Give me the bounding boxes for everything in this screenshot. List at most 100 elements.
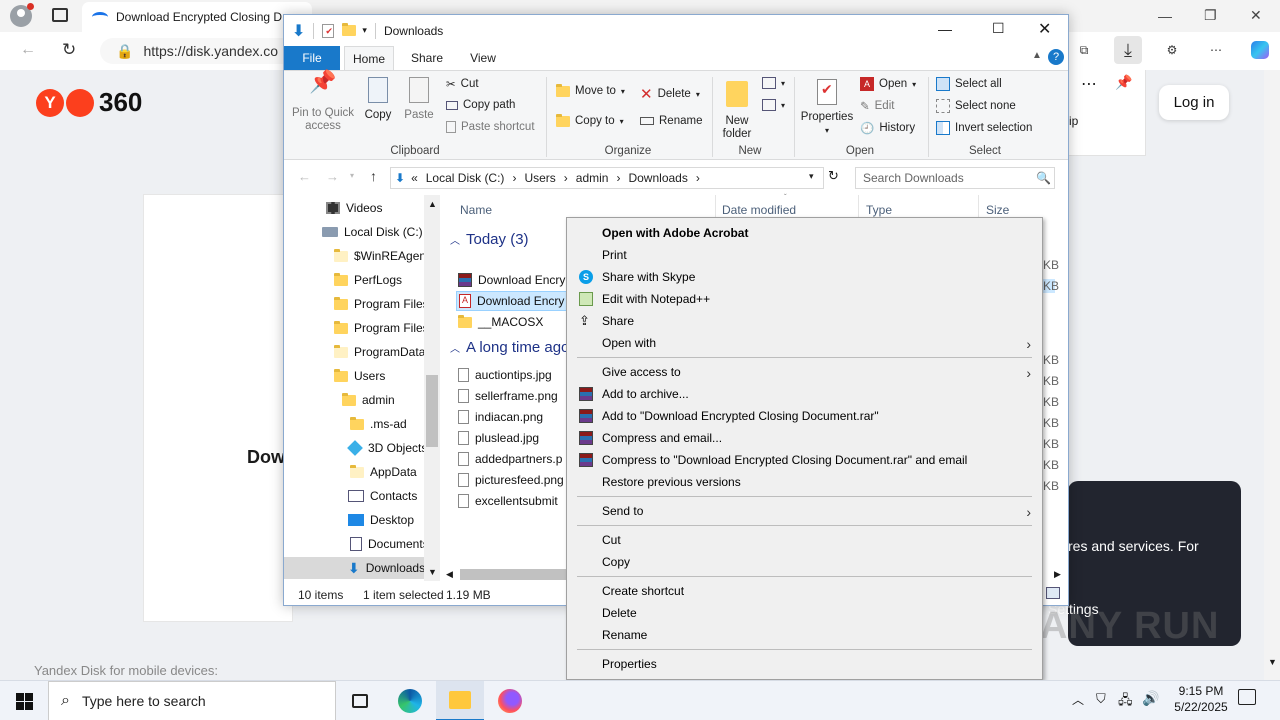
- nav-item-3d-objects[interactable]: 3D Objects: [347, 437, 427, 459]
- file-row[interactable]: addedpartners.p: [458, 449, 562, 469]
- column-type[interactable]: Type: [866, 203, 892, 217]
- new-folder-qat-icon[interactable]: [342, 23, 357, 36]
- back-icon[interactable]: ←: [20, 41, 36, 59]
- nav-item-ms-ad[interactable]: .ms-ad: [350, 413, 407, 435]
- select-none-button[interactable]: Select none: [936, 99, 1016, 113]
- download-arrow-icon[interactable]: ⬇: [292, 21, 305, 41]
- tab-home[interactable]: Home: [344, 46, 394, 70]
- nav-item-programdata[interactable]: ProgramData: [334, 341, 425, 363]
- file-row[interactable]: __MACOSX: [458, 312, 543, 332]
- explorer-maximize-button[interactable]: ☐: [992, 20, 1005, 37]
- delete-button[interactable]: ✕ Delete ▾: [640, 85, 700, 103]
- menu-open-with-acrobat[interactable]: Open with Adobe Acrobat: [568, 222, 1041, 244]
- hscroll-thumb[interactable]: [460, 569, 580, 580]
- collapse-ribbon-icon[interactable]: ▲: [1032, 50, 1042, 61]
- history-button[interactable]: 🕘 History: [860, 121, 915, 135]
- explorer-search-input[interactable]: Search Downloads 🔍: [855, 167, 1055, 189]
- copy-path-button[interactable]: Copy path: [446, 99, 515, 111]
- more-menu-icon[interactable]: ⋯: [1202, 36, 1230, 64]
- menu-send-to[interactable]: Send to ›: [568, 500, 1041, 522]
- login-button[interactable]: Log in: [1159, 85, 1229, 120]
- nav-item-downloads[interactable]: ⬇ Downloads: [284, 557, 425, 579]
- network-icon[interactable]: 🖧: [1118, 691, 1133, 713]
- nav-item-program-files[interactable]: Program Files: [334, 293, 429, 315]
- minimize-button[interactable]: —: [1158, 8, 1172, 24]
- nav-item-program-files-x86[interactable]: Program Files: [334, 317, 429, 339]
- menu-add-to-rar[interactable]: Add to "Download Encrypted Closing Docum…: [568, 405, 1041, 427]
- clock[interactable]: 9:15 PM 5/22/2025: [1164, 684, 1238, 714]
- menu-add-to-archive[interactable]: Add to archive...: [568, 383, 1041, 405]
- scroll-down-icon[interactable]: ▼: [428, 567, 437, 577]
- recent-locations-icon[interactable]: ▾: [350, 171, 354, 180]
- nav-item-winreagent[interactable]: $WinREAgent: [334, 245, 429, 267]
- nav-item-documents[interactable]: Documents: [348, 533, 429, 555]
- taskbar-edge[interactable]: [386, 681, 434, 720]
- pin-quick-access-button[interactable]: 📌 Pin to Quick access: [290, 71, 356, 133]
- properties-qat-icon[interactable]: ✔: [322, 23, 335, 38]
- column-name[interactable]: Name: [460, 203, 492, 217]
- menu-cut[interactable]: Cut: [568, 529, 1041, 551]
- file-row[interactable]: picturesfeed.png: [458, 470, 564, 490]
- breadcrumb-downloads[interactable]: Downloads: [628, 171, 687, 185]
- nav-item-desktop[interactable]: Desktop: [348, 509, 414, 531]
- address-breadcrumb[interactable]: ⬇ « Local Disk (C:) › Users › admin › Downl…: [390, 167, 824, 189]
- menu-delete[interactable]: Delete: [568, 602, 1041, 624]
- file-row[interactable]: excellentsubmit: [458, 491, 558, 511]
- hscroll-right-icon[interactable]: ▶: [1054, 569, 1061, 580]
- file-row[interactable]: pluslead.jpg: [458, 428, 539, 448]
- paste-shortcut-button[interactable]: Paste shortcut: [446, 121, 535, 133]
- copy-button[interactable]: Copy: [360, 75, 396, 122]
- group-long-ago[interactable]: ︿ A long time ago: [450, 339, 569, 356]
- menu-restore-previous-versions[interactable]: Restore previous versions: [568, 471, 1041, 493]
- new-folder-button[interactable]: New folder: [718, 75, 756, 141]
- collections-icon[interactable]: ⧉: [1070, 36, 1098, 64]
- taskbar-file-explorer[interactable]: [436, 681, 484, 720]
- tab-view[interactable]: View: [458, 46, 508, 70]
- menu-edit-with-notepad-plus-plus[interactable]: Edit with Notepad++: [568, 288, 1041, 310]
- column-size[interactable]: Size: [986, 203, 1009, 217]
- nav-item-videos[interactable]: Videos: [326, 197, 382, 219]
- invert-selection-button[interactable]: Invert selection: [936, 121, 1032, 135]
- menu-compress-and-email[interactable]: Compress and email...: [568, 427, 1041, 449]
- menu-compress-to-rar-and-email[interactable]: Compress to "Download Encrypted Closing …: [568, 449, 1041, 471]
- taskbar-search[interactable]: ⌕ Type here to search: [48, 681, 336, 720]
- nav-item-users[interactable]: Users: [334, 365, 385, 387]
- nav-item-perflogs[interactable]: PerfLogs: [334, 269, 402, 291]
- nav-back-icon[interactable]: ←: [298, 169, 311, 184]
- group-today[interactable]: ︿ Today (3): [450, 231, 529, 248]
- copilot-icon[interactable]: [1246, 36, 1274, 64]
- navpane-scrollbar[interactable]: ▲ ▼: [424, 195, 440, 581]
- paste-button[interactable]: Paste: [402, 75, 436, 122]
- downloads-icon[interactable]: ⤓: [1114, 36, 1142, 64]
- breadcrumb-admin[interactable]: admin: [576, 171, 609, 185]
- taskbar-firefox[interactable]: [486, 681, 534, 720]
- page-scrollbar[interactable]: ▼: [1264, 70, 1280, 680]
- file-row[interactable]: indiacan.png: [458, 407, 543, 427]
- tray-chevron-icon[interactable]: ︿: [1072, 691, 1084, 708]
- start-button[interactable]: [0, 681, 48, 720]
- column-date-modified[interactable]: Date modified: [722, 203, 796, 217]
- tab-file[interactable]: File: [284, 46, 340, 70]
- tab-share[interactable]: Share: [402, 46, 452, 70]
- address-dropdown-icon[interactable]: ▾: [809, 171, 814, 182]
- menu-print[interactable]: Print: [568, 244, 1041, 266]
- menu-properties[interactable]: Properties: [568, 653, 1041, 675]
- scroll-up-icon[interactable]: ▲: [428, 199, 437, 209]
- task-view-button[interactable]: [336, 681, 384, 720]
- address-bar[interactable]: 🔒 https://disk.yandex.co: [100, 38, 300, 64]
- copy-to-button[interactable]: Copy to ▾: [556, 113, 624, 127]
- tray-security-icon[interactable]: ⛉: [1096, 691, 1106, 707]
- maximize-button[interactable]: ❐: [1204, 7, 1217, 24]
- browser-tab[interactable]: Download Encrypted Closing D: [82, 2, 312, 32]
- nav-item-contacts[interactable]: Contacts: [348, 485, 417, 507]
- extensions-icon[interactable]: ⚙: [1158, 36, 1186, 64]
- notifications-icon[interactable]: [1238, 689, 1256, 705]
- file-row[interactable]: sellerframe.png: [458, 386, 558, 406]
- menu-create-shortcut[interactable]: Create shortcut: [568, 580, 1041, 602]
- tab-actions-icon[interactable]: [52, 8, 68, 22]
- easy-access-button[interactable]: ▾: [762, 99, 785, 111]
- refresh-icon[interactable]: ↻: [62, 40, 76, 60]
- up-icon[interactable]: ↑: [370, 168, 377, 184]
- rename-button[interactable]: Rename: [640, 115, 702, 127]
- nav-item-admin[interactable]: admin: [342, 389, 395, 411]
